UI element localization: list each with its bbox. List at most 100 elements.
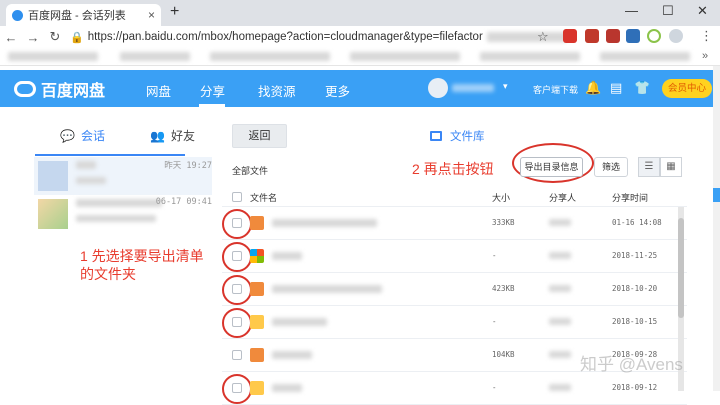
chat-icon: 💬 <box>60 128 75 143</box>
cloud-logo-icon <box>14 81 36 97</box>
col-name[interactable]: 文件名 <box>250 191 277 204</box>
file-name-redacted[interactable] <box>272 252 302 260</box>
sharer-redacted <box>549 384 571 391</box>
tab-close-icon[interactable]: × <box>148 8 155 22</box>
row-checkbox[interactable] <box>232 218 242 228</box>
bell-icon[interactable]: 🔔 <box>585 80 601 96</box>
contact-name-redacted <box>76 161 96 169</box>
nav-netdisk[interactable]: 网盘 <box>146 81 171 100</box>
share-time: 2018-10-15 <box>612 317 658 326</box>
export-directory-button[interactable]: 导出目录信息 <box>520 157 583 177</box>
sharer-redacted <box>549 285 571 292</box>
watermark: 知乎 @Avens <box>580 355 683 374</box>
username-redacted <box>452 84 494 92</box>
table-row[interactable]: - 2018-10-15 <box>222 306 687 339</box>
grid-view-icon[interactable]: ▦ <box>660 157 682 177</box>
bookmark-redacted <box>8 52 98 61</box>
conversation-item[interactable]: 06-17 09:41 <box>34 195 212 233</box>
adblock-extension-icon[interactable] <box>563 29 577 43</box>
nav-find-resources[interactable]: 找资源 <box>258 81 296 100</box>
back-arrow-icon[interactable]: ← <box>0 30 22 45</box>
file-name-redacted[interactable] <box>272 285 382 293</box>
default-avatar-icon <box>38 161 68 191</box>
friends-icon: 👥 <box>150 128 165 143</box>
table-row[interactable]: 423KB 2018-10-20 <box>222 273 687 306</box>
sharer-redacted <box>549 351 571 358</box>
row-checkbox[interactable] <box>232 350 242 360</box>
filter-button[interactable]: 筛选 <box>594 157 628 177</box>
annotation-step2: 2 再点击按钮 <box>412 161 494 177</box>
file-library-link[interactable]: 文件库 <box>430 128 485 144</box>
bookmark-redacted <box>350 52 460 61</box>
conversation-item[interactable]: 昨天 19:27 <box>34 157 212 195</box>
bookmark-redacted <box>480 52 580 61</box>
table-row[interactable]: - 2018-11-25 <box>222 240 687 273</box>
bookmark-star-icon[interactable]: ☆ <box>537 29 549 45</box>
select-all-checkbox[interactable] <box>232 192 242 202</box>
annotation-step1: 1 先选择要导出清单 的文件夹 <box>80 247 212 283</box>
col-time[interactable]: 分享时间 <box>612 191 648 204</box>
row-checkbox[interactable] <box>232 284 242 294</box>
bookmark-redacted <box>210 52 330 61</box>
tab-chat[interactable]: 💬 会话 <box>60 127 105 144</box>
nav-share[interactable]: 分享 <box>200 81 225 100</box>
folder-icon <box>250 381 264 395</box>
nav-more[interactable]: 更多 <box>325 81 350 100</box>
tab-friends[interactable]: 👥 好友 <box>150 127 195 144</box>
forward-arrow-icon[interactable]: → <box>22 30 44 45</box>
user-avatar[interactable] <box>428 78 448 98</box>
tab-chat-label: 会话 <box>80 129 105 143</box>
minimize-button[interactable]: — <box>625 3 638 18</box>
row-checkbox[interactable] <box>232 383 242 393</box>
breadcrumb[interactable]: 全部文件 <box>232 164 268 177</box>
tshirt-icon[interactable]: 👕 <box>634 80 650 96</box>
file-name-redacted[interactable] <box>272 351 312 359</box>
member-center-button[interactable]: 会员中心 <box>662 79 712 98</box>
tab-title: 百度网盘 - 会话列表 <box>28 10 126 22</box>
new-extension-icon[interactable] <box>626 29 640 43</box>
sharer-redacted <box>549 252 571 259</box>
list-view-icon[interactable]: ☰ <box>638 157 660 177</box>
browser-menu-icon[interactable]: ⋮ <box>700 28 713 44</box>
col-sharer[interactable]: 分享人 <box>549 191 576 204</box>
image-file-icon <box>250 282 264 296</box>
reload-icon[interactable]: ↻ <box>44 29 66 45</box>
active-tab-indicator <box>35 154 185 156</box>
page-scrollbar[interactable] <box>713 66 720 391</box>
maximize-button[interactable]: ☐ <box>662 3 674 19</box>
clipboard-icon[interactable]: ▤ <box>610 80 622 96</box>
list-scrollbar-thumb[interactable] <box>678 218 684 318</box>
contact-name-redacted <box>76 199 162 207</box>
file-size: 104KB <box>492 350 515 359</box>
check-extension-icon[interactable] <box>647 29 661 43</box>
client-download-link[interactable]: 客户端下载 <box>533 83 578 96</box>
browser-tab-bar: 百度网盘 - 会话列表 × + — ☐ ✕ <box>0 0 720 26</box>
row-checkbox[interactable] <box>232 317 242 327</box>
bookmarks-overflow-icon[interactable]: » <box>702 50 708 62</box>
profile-avatar-icon[interactable] <box>669 29 683 43</box>
close-window-button[interactable]: ✕ <box>697 3 708 19</box>
col-size[interactable]: 大小 <box>492 191 510 204</box>
file-name-redacted[interactable] <box>272 219 377 227</box>
page-scrollbar-thumb[interactable] <box>713 188 720 202</box>
folder-icon <box>250 315 264 329</box>
chevron-down-icon[interactable]: ▾ <box>503 81 508 92</box>
tab-friends-label: 好友 <box>170 129 195 143</box>
logo[interactable]: 百度网盘 <box>14 77 105 101</box>
back-button[interactable]: 返回 <box>232 124 287 148</box>
extension-icon[interactable] <box>585 29 599 43</box>
annotation-step1-line2: 的文件夹 <box>80 266 136 282</box>
image-file-icon <box>250 348 264 362</box>
sharer-redacted <box>549 318 571 325</box>
table-row[interactable]: - 2018-09-12 <box>222 372 687 405</box>
table-row[interactable]: 333KB 01-16 14:08 <box>222 207 687 240</box>
pdf-extension-icon[interactable] <box>606 29 620 43</box>
row-checkbox[interactable] <box>232 251 242 261</box>
file-size: 333KB <box>492 218 515 227</box>
file-size: - <box>492 251 497 260</box>
new-tab-button[interactable]: + <box>170 3 179 21</box>
folder-name-redacted[interactable] <box>272 318 327 326</box>
browser-tab[interactable]: 百度网盘 - 会话列表 × <box>6 4 161 26</box>
share-time: 01-16 14:08 <box>612 218 662 227</box>
address-bar[interactable]: https://pan.baidu.com/mbox/homepage?acti… <box>88 31 483 43</box>
